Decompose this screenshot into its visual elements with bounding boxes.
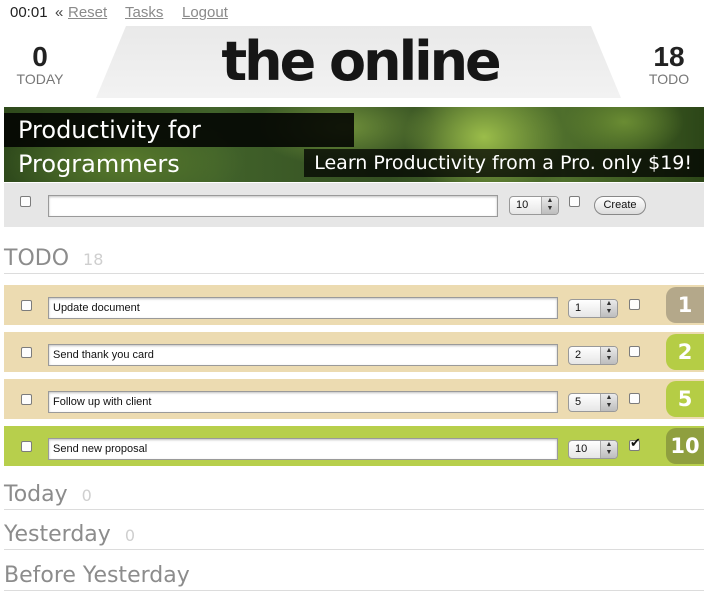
select-arrows-icon: ▲ ▼: [600, 394, 617, 411]
select-arrows-icon: ▲ ▼: [600, 441, 617, 458]
todo-section-count: 18: [83, 250, 104, 269]
task-priority-badge: 5: [666, 381, 704, 417]
new-task-checkbox[interactable]: [20, 196, 31, 207]
task-priority-select[interactable]: 1 ▲ ▼: [568, 299, 618, 318]
task-title-input[interactable]: Send thank you card: [48, 344, 558, 366]
todo-label: TODO: [648, 71, 690, 87]
task-today-checkbox[interactable]: [629, 435, 641, 451]
logout-link[interactable]: Logout: [182, 4, 228, 21]
new-task-input[interactable]: [48, 195, 498, 217]
new-task-priority-value: 10: [516, 199, 529, 211]
promo-banner[interactable]: Productivity for Programmers Learn Produ…: [4, 107, 704, 182]
task-priority-badge: 2: [666, 334, 704, 370]
new-task-today-checkbox[interactable]: [569, 196, 580, 207]
today-label: TODAY: [16, 71, 64, 87]
session-timer: 00:01: [10, 4, 48, 21]
todo-section-header: TODO 18: [4, 246, 704, 274]
task-priority-value: 10: [575, 443, 588, 455]
today-section-header: Today 0: [4, 482, 704, 510]
task-priority-value: 1: [575, 302, 582, 314]
todo-counter: 18 TODO: [629, 41, 709, 87]
task-done-checkbox[interactable]: [21, 300, 32, 311]
create-task-form: 10 ▲ ▼ Create: [4, 183, 704, 227]
top-nav: 00:01 « Reset Tasks Logout: [0, 0, 717, 26]
task-row: Follow up with client 5 ▲ ▼ 5: [4, 379, 704, 419]
task-priority-value: 2: [575, 349, 582, 361]
select-arrows-icon: ▲ ▼: [600, 300, 617, 317]
before-yesterday-section-title: Before Yesterday: [4, 563, 190, 588]
task-title-input[interactable]: Update document: [48, 297, 558, 319]
task-done-checkbox[interactable]: [21, 347, 32, 358]
banner-title: Productivity for Programmers: [4, 113, 354, 178]
task-priority-select[interactable]: 5 ▲ ▼: [568, 393, 618, 412]
today-section-title: Today: [4, 482, 68, 507]
today-count: 0: [32, 41, 48, 72]
todo-count: 18: [653, 41, 685, 72]
task-today-checkbox[interactable]: [629, 299, 640, 310]
task-priority-badge: 10: [666, 428, 704, 464]
yesterday-section-count: 0: [124, 526, 135, 545]
banner-subtitle: Learn Productivity from a Pro. only $19!: [304, 149, 704, 177]
task-today-checkbox[interactable]: [629, 346, 640, 357]
task-row: Update document 1 ▲ ▼ 1: [4, 285, 704, 325]
task-priority-select[interactable]: 10 ▲ ▼: [568, 440, 618, 459]
nav-separator: «: [55, 4, 64, 21]
task-today-checkbox[interactable]: [629, 393, 640, 404]
tasks-link[interactable]: Tasks: [125, 4, 163, 21]
task-row: Send thank you card 2 ▲ ▼ 2: [4, 332, 704, 372]
yesterday-section-title: Yesterday: [4, 522, 111, 547]
task-done-checkbox[interactable]: [21, 394, 32, 405]
yesterday-section-header: Yesterday 0: [4, 522, 704, 550]
task-done-checkbox[interactable]: [21, 441, 32, 452]
task-row: Send new proposal 10 ▲▼ 10: [4, 426, 704, 466]
create-button[interactable]: Create: [594, 196, 646, 215]
today-section-count: 0: [81, 486, 92, 505]
task-priority-badge: 1: [666, 287, 704, 323]
todo-section-title: TODO: [4, 246, 70, 271]
task-priority-select[interactable]: 2 ▲ ▼: [568, 346, 618, 365]
today-counter: 0 TODAY: [0, 41, 80, 87]
task-priority-value: 5: [575, 396, 582, 408]
select-arrows-icon: ▲ ▼: [600, 347, 617, 364]
reset-link[interactable]: Reset: [68, 4, 107, 21]
new-task-priority-select[interactable]: 10 ▲ ▼: [509, 196, 559, 215]
task-title-input[interactable]: Send new proposal: [48, 438, 558, 460]
header: 0 TODAY the online ceo 18 TODO: [0, 26, 717, 157]
before-yesterday-section-header: Before Yesterday: [4, 563, 704, 591]
select-arrows-icon: ▲ ▼: [541, 197, 558, 214]
task-title-input[interactable]: Follow up with client: [48, 391, 558, 413]
